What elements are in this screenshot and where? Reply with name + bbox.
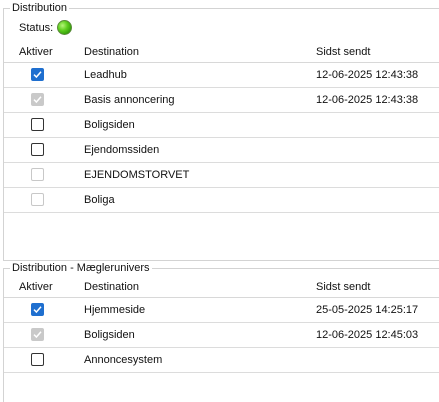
column-header-destination[interactable]: Destination [84,281,139,293]
aktiver-checkbox[interactable] [31,68,44,81]
table-header: Aktiver Destination Sidst sendt [4,42,439,63]
aktiver-checkbox [31,328,44,341]
destination-cell: Basis annoncering [84,94,175,106]
sidst-sendt-cell: 12-06-2025 12:43:38 [316,94,419,106]
table-row[interactable]: Basis annoncering 12-06-2025 12:43:38 [4,88,439,113]
destination-cell: Annoncesystem [84,354,163,366]
maeglerunivers-table: Aktiver Destination Sidst sendt Hjemmesi… [4,277,439,373]
table-header: Aktiver Destination Sidst sendt [4,277,439,298]
aktiver-checkbox [31,168,44,181]
distribution-maeglerunivers-group-title: Distribution - Mæglerunivers [10,262,152,275]
table-row[interactable]: Ejendomssiden [4,138,439,163]
column-header-aktiver[interactable]: Aktiver [19,281,59,293]
destination-cell: EJENDOMSTORVET [84,169,190,181]
column-header-destination[interactable]: Destination [84,46,139,58]
aktiver-checkbox[interactable] [31,118,44,131]
checkmark-icon [33,306,42,314]
table-row[interactable]: Leadhub 12-06-2025 12:43:38 [4,63,439,88]
checkmark-icon [33,71,42,79]
destination-cell: Ejendomssiden [84,144,160,156]
table-row[interactable]: Boligsiden 12-06-2025 12:45:03 [4,323,439,348]
aktiver-checkbox[interactable] [31,303,44,316]
table-row[interactable]: EJENDOMSTORVET [4,163,439,188]
destination-cell: Boligsiden [84,119,135,131]
aktiver-checkbox [31,93,44,106]
destination-cell: Leadhub [84,69,127,81]
sidst-sendt-cell: 12-06-2025 12:43:38 [316,69,419,81]
destination-cell: Hjemmeside [84,304,146,316]
checkmark-icon [33,331,42,339]
distribution-group: Distribution Status: Aktiver Destination… [3,2,439,261]
checkmark-icon [33,96,42,104]
column-header-sidst-sendt[interactable]: Sidst sendt [316,281,370,293]
table-row[interactable]: Boliga [4,188,439,213]
status-indicator: Status: [19,20,73,35]
column-header-aktiver[interactable]: Aktiver [19,46,59,58]
table-row[interactable]: Hjemmeside 25-05-2025 14:25:17 [4,298,439,323]
status-label: Status: [19,21,54,34]
destination-cell: Boliga [84,194,115,206]
status-green-dot-icon [57,20,73,35]
destination-cell: Boligsiden [84,329,135,341]
distribution-group-title: Distribution [10,2,70,15]
column-header-sidst-sendt[interactable]: Sidst sendt [316,46,370,58]
aktiver-checkbox[interactable] [31,143,44,156]
sidst-sendt-cell: 12-06-2025 12:45:03 [316,329,419,341]
distribution-table: Aktiver Destination Sidst sendt Leadhub 1… [4,42,439,213]
aktiver-checkbox [31,193,44,206]
table-row[interactable]: Annoncesystem [4,348,439,373]
distribution-maeglerunivers-group: Distribution - Mæglerunivers Aktiver Des… [3,262,439,402]
table-row[interactable]: Boligsiden [4,113,439,138]
aktiver-checkbox[interactable] [31,353,44,366]
sidst-sendt-cell: 25-05-2025 14:25:17 [316,304,419,316]
